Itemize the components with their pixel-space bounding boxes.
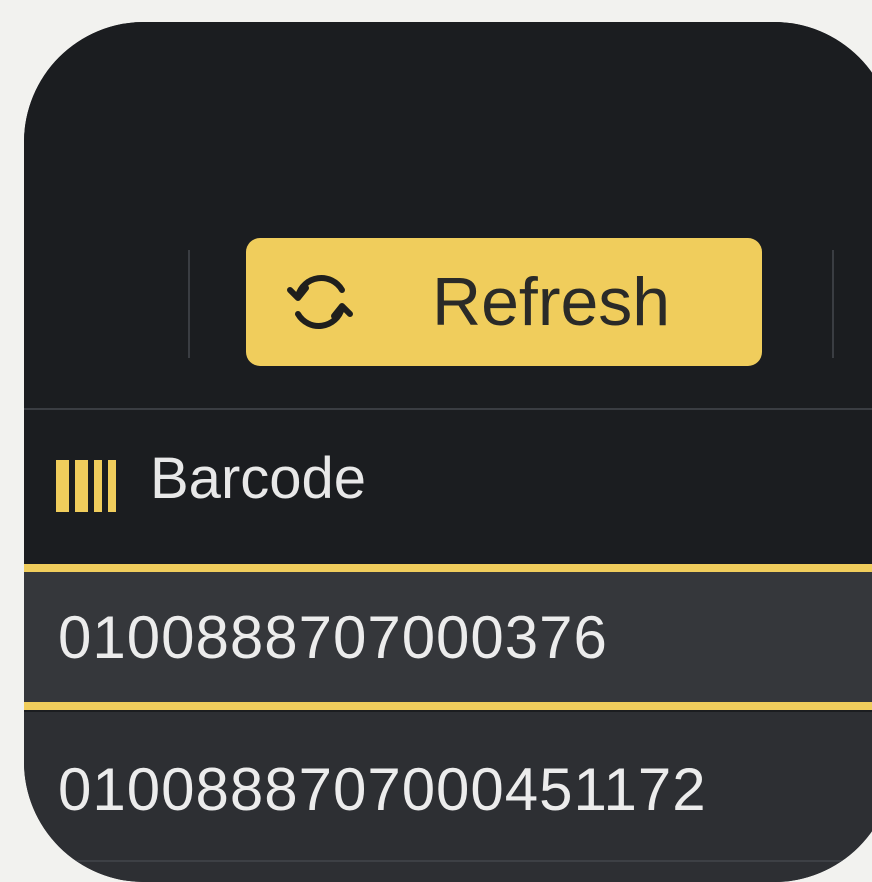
refresh-icon	[287, 275, 353, 329]
toolbar: t Refresh	[24, 22, 872, 410]
refresh-button-label: Refresh	[432, 264, 671, 340]
table-row[interactable]: 0100888707000376	[24, 564, 872, 710]
table-row[interactable]: 0100888707000451172	[24, 712, 872, 882]
barcode-cell: 0100888707000451172	[58, 756, 707, 823]
barcode-cell: 0100888707000376	[58, 604, 608, 671]
refresh-button[interactable]: Refresh	[246, 238, 762, 366]
column-header-barcode[interactable]: Barcode	[24, 410, 872, 560]
barcode-icon	[56, 460, 116, 512]
toolbar-divider	[188, 250, 190, 358]
toolbar-divider	[832, 250, 834, 358]
column-header-label: Barcode	[150, 446, 367, 511]
row-divider	[24, 860, 872, 862]
app-window: t Refresh Barcode 0100888707000376 01008…	[24, 22, 872, 882]
